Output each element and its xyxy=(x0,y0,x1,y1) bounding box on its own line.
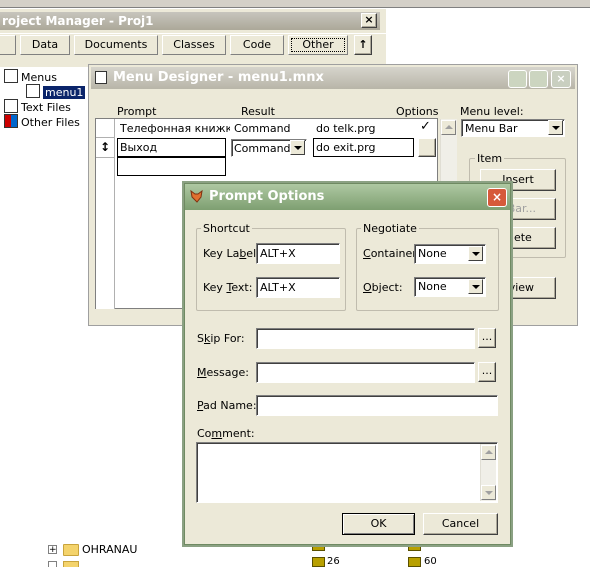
item-group-label: Item xyxy=(475,152,505,165)
row1-options-check[interactable]: ✓ xyxy=(420,119,431,134)
file-number[interactable]: 60 xyxy=(424,556,437,567)
row2-options-button[interactable] xyxy=(418,138,436,157)
comment-label: Comment: xyxy=(197,427,255,440)
negotiate-groupbox xyxy=(356,228,499,311)
comment-textarea[interactable] xyxy=(196,442,498,503)
row2-prompt-input[interactable]: Выход xyxy=(117,138,226,157)
menu-level-value: Menu Bar xyxy=(465,122,518,135)
file-number[interactable]: 26 xyxy=(327,556,340,567)
container-label: Container: xyxy=(363,247,421,260)
row2-result-dropdown-arrow[interactable] xyxy=(290,140,305,155)
top-window-edge xyxy=(0,0,590,8)
message-label: Message: xyxy=(197,366,249,379)
row1-command[interactable]: do telk.prg xyxy=(316,122,376,135)
menu-designer-icon xyxy=(95,71,107,84)
tab-code[interactable]: Code xyxy=(230,35,284,55)
expand-node-icon[interactable]: + xyxy=(48,545,57,555)
skip-for-input[interactable] xyxy=(256,328,475,349)
project-manager-title[interactable]: roject Manager - Proj1 xyxy=(0,12,380,30)
text-file-icon xyxy=(4,99,18,113)
menu-icon xyxy=(4,69,18,83)
container-dropdown-arrow[interactable] xyxy=(468,246,483,261)
tree-item-text-files[interactable]: Text Files xyxy=(4,99,71,114)
other-files-icon xyxy=(4,114,18,128)
row2-command-input[interactable]: do exit.prg xyxy=(313,138,414,157)
tree-item-other-files[interactable]: Other Files xyxy=(4,114,80,129)
menu-level-dropdown-arrow[interactable] xyxy=(548,120,563,135)
object-value: None xyxy=(418,280,447,293)
key-label-input[interactable]: ALT+X xyxy=(256,243,340,264)
row-move-handle[interactable]: ↕ xyxy=(100,140,110,154)
tab-scroll-up-button[interactable]: ↑ xyxy=(354,35,372,55)
tab-data[interactable]: Data xyxy=(20,35,70,55)
skip-for-label: Skip For: xyxy=(197,332,245,345)
key-text-label: Key Text: xyxy=(203,281,253,294)
prg-file-icon xyxy=(408,557,421,567)
tab-documents[interactable]: Documents xyxy=(74,35,158,55)
key-label-label: Key Label: xyxy=(203,247,260,260)
pad-name-label: Pad Name: xyxy=(197,399,257,412)
prompt-header: Prompt xyxy=(117,105,157,118)
comment-scroll-up-button[interactable] xyxy=(481,445,496,460)
row3-prompt-input[interactable] xyxy=(117,157,226,176)
menu-level-label: Menu level: xyxy=(460,105,524,118)
message-input[interactable] xyxy=(256,362,475,383)
object-label: Object: xyxy=(363,281,403,294)
menu-designer-title[interactable]: Menu Designer - menu1.mnx xyxy=(91,67,575,89)
skip-for-builder-button[interactable]: ... xyxy=(478,328,496,348)
row1-result[interactable]: Command xyxy=(234,122,291,135)
project-manager-close-button[interactable]: × xyxy=(361,13,377,28)
comment-scroll-down-button[interactable] xyxy=(481,485,496,500)
grid-scroll-up-button[interactable] xyxy=(441,120,456,135)
prg-file-icon xyxy=(312,545,325,551)
cancel-button[interactable]: Cancel xyxy=(423,513,498,535)
options-header: Options xyxy=(396,105,439,118)
tab-other[interactable]: Other xyxy=(288,35,348,55)
key-label-value: ALT+X xyxy=(260,247,296,260)
folder-icon xyxy=(63,544,79,556)
result-header: Result xyxy=(241,105,275,118)
shortcut-groupbox xyxy=(196,228,346,311)
row-divider xyxy=(96,157,115,158)
row1-prompt[interactable]: Телефонная книжка xyxy=(120,122,230,135)
tab-left-edge[interactable] xyxy=(0,35,16,55)
tree-item-menus[interactable]: Menus xyxy=(4,69,57,84)
row2-prompt-text: Выход xyxy=(120,141,158,154)
shortcut-group-label: Shortcut xyxy=(201,222,252,235)
negotiate-group-label: Negotiate xyxy=(361,222,419,235)
menu-designer-close-button[interactable]: × xyxy=(551,70,571,88)
container-value: None xyxy=(418,247,447,260)
object-dropdown-arrow[interactable] xyxy=(468,279,483,294)
key-text-value: ALT+X xyxy=(260,281,296,294)
menu-file-icon xyxy=(26,84,40,98)
tab-line xyxy=(0,33,386,34)
tree-item-menu1[interactable]: menu1 xyxy=(26,84,86,99)
prg-file-icon xyxy=(312,557,325,567)
ok-button[interactable]: OK xyxy=(342,513,415,535)
maximize-button[interactable] xyxy=(529,70,548,88)
pad-name-input[interactable] xyxy=(256,395,498,416)
prompt-options-close-button[interactable]: × xyxy=(487,188,507,207)
prompt-options-title[interactable]: Prompt Options xyxy=(185,184,510,210)
folder-label-ohranau[interactable]: OHRANAU xyxy=(82,543,137,556)
key-text-input[interactable]: ALT+X xyxy=(256,277,340,298)
row2-command-text: do exit.prg xyxy=(316,141,376,154)
folder-icon xyxy=(63,561,79,567)
foxpro-icon xyxy=(189,189,204,204)
tab-classes[interactable]: Classes xyxy=(162,35,226,55)
expand-node-icon[interactable] xyxy=(48,561,57,567)
prg-file-icon xyxy=(408,545,421,551)
row2-result-text: Command xyxy=(234,142,291,155)
minimize-button[interactable] xyxy=(508,70,527,88)
message-builder-button[interactable]: ... xyxy=(478,362,496,382)
row-divider xyxy=(96,137,115,138)
